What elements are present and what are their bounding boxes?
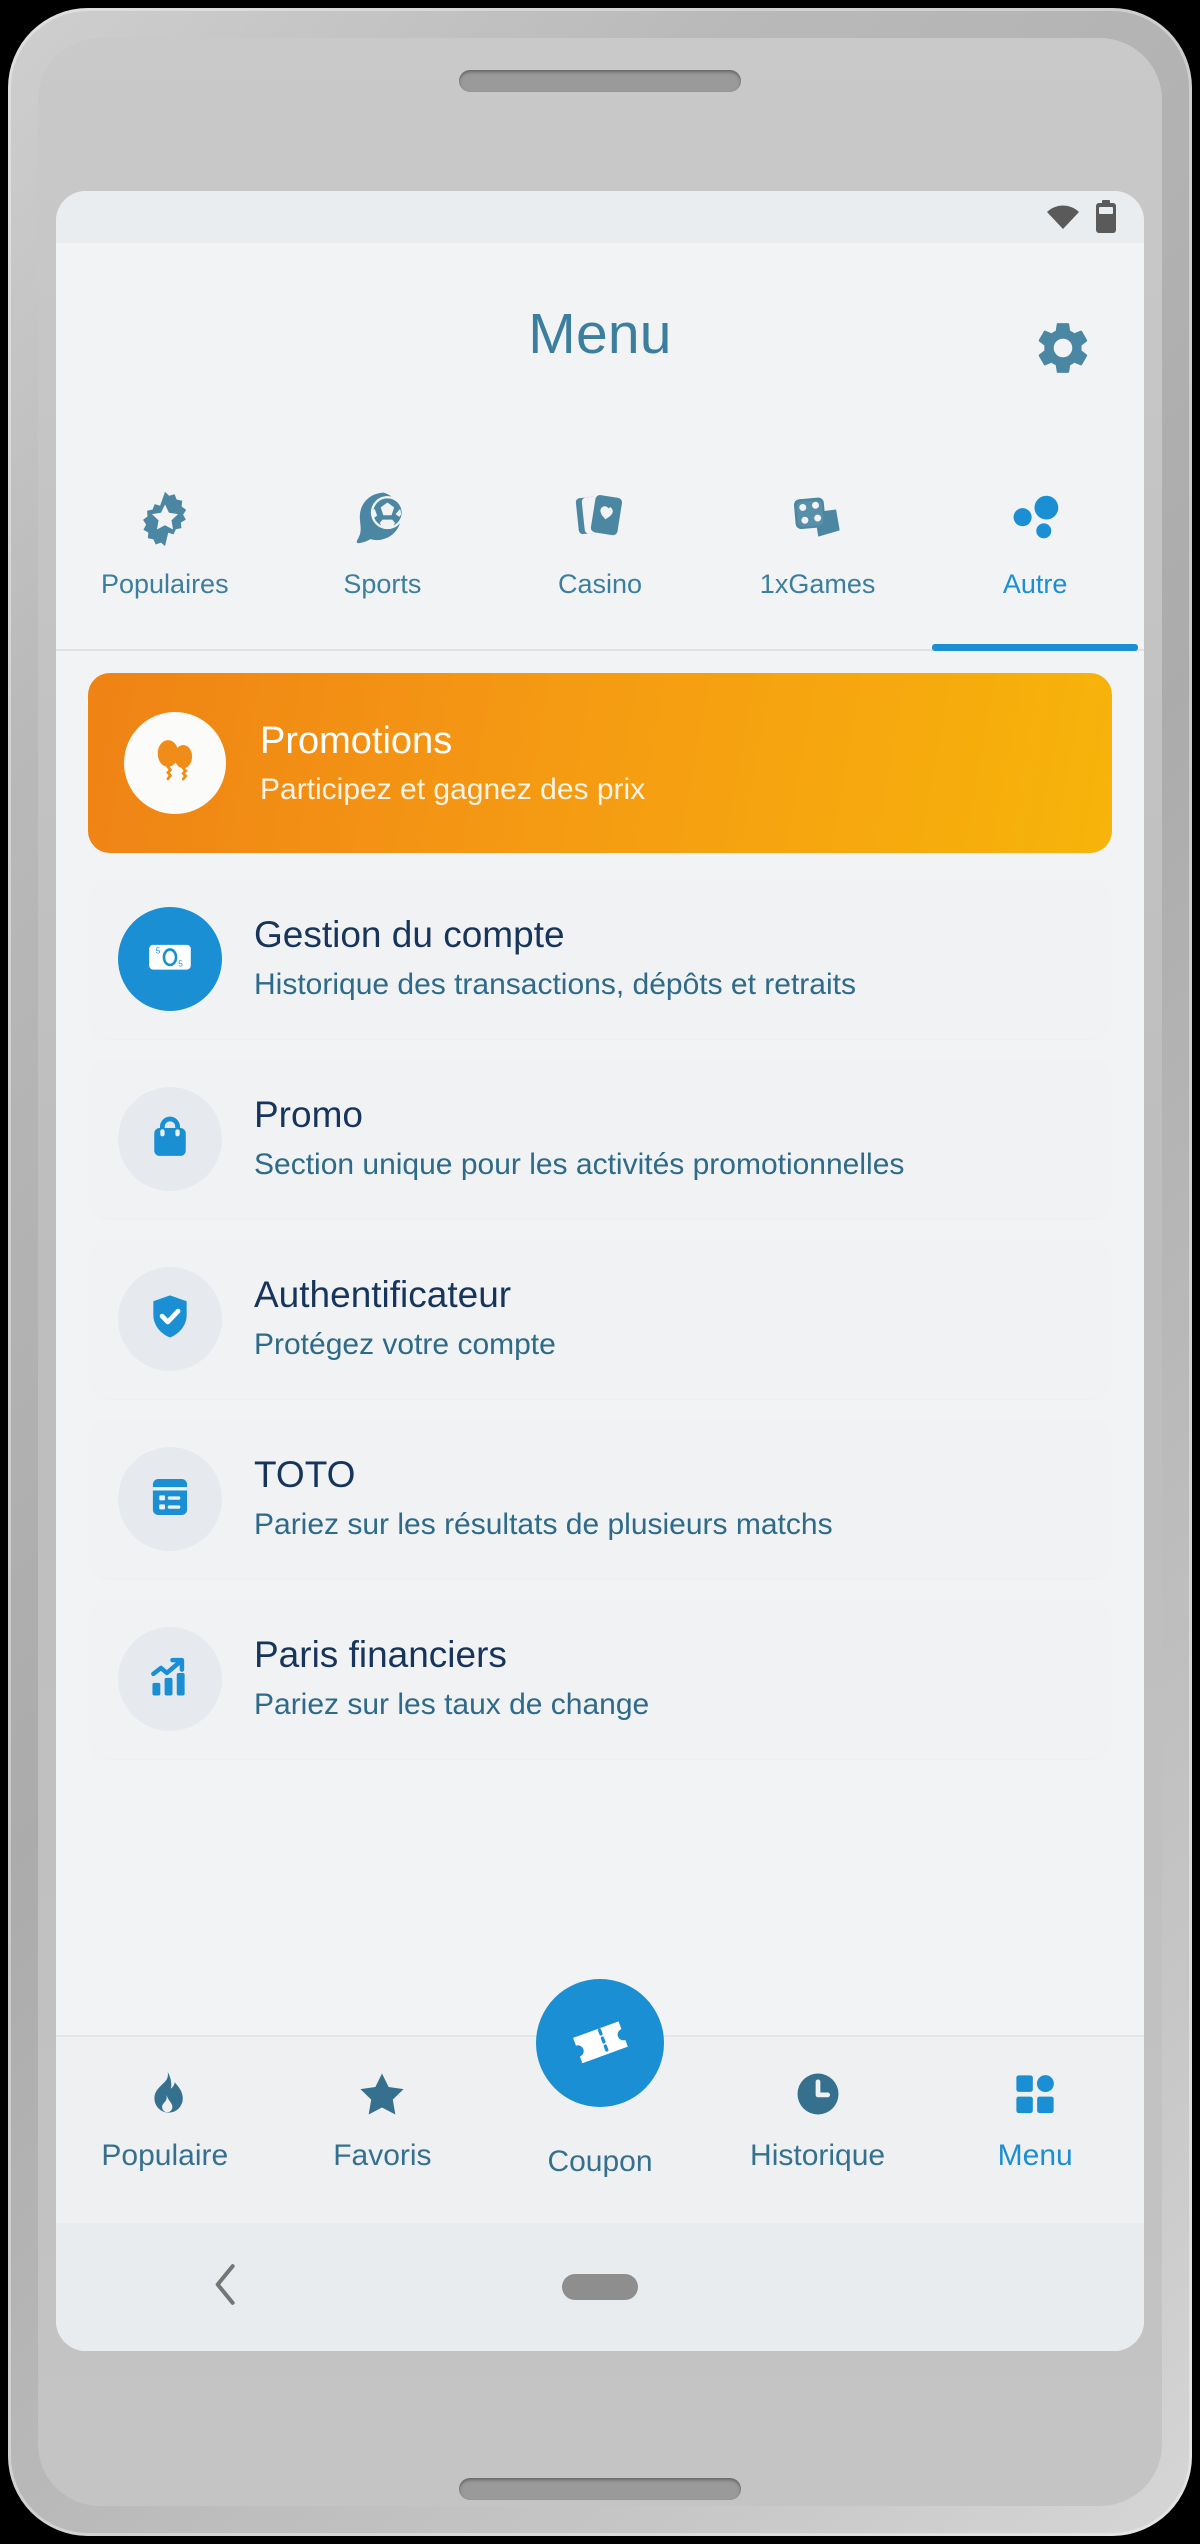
battery-icon	[1094, 200, 1118, 234]
shopping-bag-icon	[143, 1110, 197, 1169]
back-button[interactable]	[206, 2261, 246, 2314]
status-bar	[56, 191, 1144, 243]
nav-item-historique[interactable]: Historique	[709, 2061, 927, 2173]
menu-item-promo[interactable]: Promo Section unique pour les activités …	[88, 1059, 1112, 1219]
nav-label: Historique	[750, 2139, 886, 2172]
promo-subtitle: Participez et gagnez des prix	[260, 772, 646, 806]
android-system-nav	[56, 2223, 1144, 2351]
promotions-banner[interactable]: Promotions Participez et gagnez des prix	[88, 673, 1112, 853]
tab-label: Autre	[1002, 569, 1068, 599]
nav-label: Favoris	[333, 2139, 432, 2172]
tab-populaires[interactable]: Populaires	[56, 461, 274, 649]
phone-screen: Menu Populaires Sports Casino 1xGames Au…	[56, 191, 1144, 2351]
phone-frame: Menu Populaires Sports Casino 1xGames Au…	[8, 8, 1192, 2536]
playing-cards-icon	[569, 483, 631, 555]
football-chat-icon	[351, 483, 413, 555]
clock-icon	[791, 2061, 845, 2127]
menu-item-title: Gestion du compte	[254, 914, 565, 956]
promo-title: Promotions	[260, 719, 453, 762]
earpiece-speaker	[459, 70, 741, 92]
grid-icon	[1009, 2061, 1061, 2127]
icon-container	[118, 1087, 222, 1191]
menu-item-gestion-du-compte[interactable]: 5 5 Gestion du compte Historique des tra…	[88, 879, 1112, 1039]
menu-item-title: Paris financiers	[254, 1634, 507, 1676]
settings-button[interactable]	[1026, 313, 1100, 387]
gear-icon	[1032, 317, 1094, 384]
app-bar: Menu	[56, 243, 1144, 461]
dots-cluster-icon	[1004, 483, 1066, 555]
home-pill-icon[interactable]	[562, 2274, 638, 2300]
star-icon	[354, 2061, 410, 2127]
tab-label: Sports	[343, 569, 422, 599]
menu-item-title: Promo	[254, 1094, 363, 1136]
bottom-speaker	[459, 2478, 741, 2500]
tab-casino[interactable]: Casino	[491, 461, 709, 649]
icon-container	[118, 1447, 222, 1551]
dice-icon	[787, 483, 849, 555]
nav-label: Coupon	[547, 2145, 653, 2178]
menu-item-authentificateur[interactable]: Authentificateur Protégez votre compte	[88, 1239, 1112, 1399]
tab-sports[interactable]: Sports	[274, 461, 492, 649]
icon-container	[118, 1267, 222, 1371]
tab-label: 1xGames	[759, 569, 876, 599]
menu-item-paris-financiers[interactable]: Paris financiers Pariez sur les taux de …	[88, 1599, 1112, 1759]
menu-item-subtitle: Historique des transactions, dépôts et r…	[254, 967, 856, 1001]
menu-item-title: TOTO	[254, 1454, 356, 1496]
menu-item-title: Authentificateur	[254, 1274, 512, 1316]
icon-container	[118, 1627, 222, 1731]
nav-label: Menu	[997, 2139, 1073, 2172]
badge-star-icon	[134, 483, 196, 555]
top-tab-bar: Populaires Sports Casino 1xGames Autre	[56, 461, 1144, 651]
nav-label: Populaire	[101, 2139, 229, 2172]
bottom-navigation-bar: Populaire Favoris Coupon Historique Menu	[56, 1979, 1144, 2223]
tab-label: Casino	[557, 569, 642, 599]
icon-container: 5 5	[118, 907, 222, 1011]
list-card-icon	[143, 1470, 197, 1529]
menu-item-subtitle: Pariez sur les taux de change	[254, 1687, 650, 1721]
chart-growth-icon	[143, 1650, 197, 1709]
tab-label: Populaires	[101, 569, 229, 599]
banknote-icon: 5 5	[141, 928, 199, 991]
ticket-icon	[567, 2008, 633, 2079]
nav-item-favoris[interactable]: Favoris	[274, 2061, 492, 2173]
svg-text:5: 5	[156, 946, 161, 955]
balloons-icon	[144, 730, 206, 797]
tab-1xgames[interactable]: 1xGames	[709, 461, 927, 649]
shield-check-icon	[143, 1290, 197, 1349]
nav-item-menu[interactable]: Menu	[926, 2061, 1144, 2173]
svg-text:5: 5	[178, 959, 183, 968]
menu-item-subtitle: Protégez votre compte	[254, 1327, 556, 1361]
wifi-icon	[1046, 204, 1080, 230]
tab-autre[interactable]: Autre	[926, 461, 1144, 651]
menu-item-subtitle: Pariez sur les résultats de plusieurs ma…	[254, 1507, 833, 1541]
coupon-fab-button[interactable]	[536, 1979, 664, 2107]
flame-icon	[138, 2061, 192, 2127]
nav-item-populaire[interactable]: Populaire	[56, 2061, 274, 2173]
page-title: Menu	[528, 302, 672, 366]
menu-item-subtitle: Section unique pour les activités promot…	[254, 1147, 905, 1181]
menu-content: Promotions Participez et gagnez des prix…	[56, 651, 1144, 2035]
chevron-left-icon	[206, 2261, 246, 2314]
menu-item-toto[interactable]: TOTO Pariez sur les résultats de plusieu…	[88, 1419, 1112, 1579]
promo-badge	[124, 712, 226, 814]
